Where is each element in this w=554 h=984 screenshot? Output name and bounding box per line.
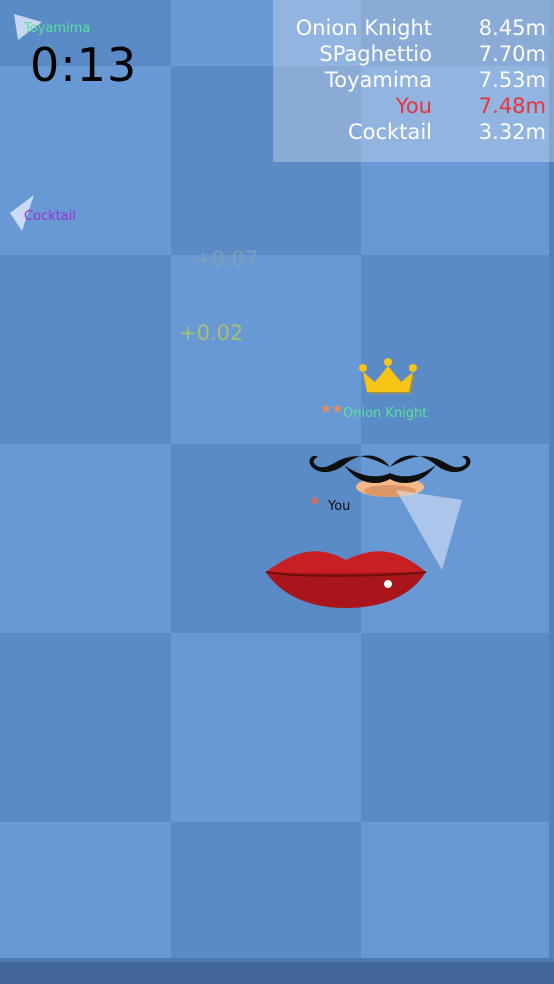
board-tile	[361, 633, 554, 822]
star-icon: ★★	[320, 402, 344, 417]
leaderboard-row: Cocktail 3.32m	[273, 120, 554, 146]
leaderboard-name: You	[395, 94, 432, 118]
leaderboard-score: 8.45m	[478, 16, 546, 40]
leaderboard-name: SPaghettio	[319, 42, 432, 66]
board-tile	[0, 255, 171, 444]
leaderboard-row: Onion Knight 8.45m	[273, 16, 554, 42]
leaderboard-row: Toyamima 7.53m	[273, 68, 554, 94]
leaderboard-name: Onion Knight	[295, 16, 432, 40]
board-tile	[0, 444, 171, 633]
player-name-cocktail: Cocktail	[24, 209, 76, 224]
score-popup: +0.07	[194, 247, 259, 271]
star-icon: ★	[309, 494, 321, 509]
board-tile	[0, 822, 171, 962]
board-tile	[361, 822, 554, 962]
board-tile	[171, 633, 361, 822]
board-tile	[0, 633, 171, 822]
lips-icon[interactable]	[262, 544, 430, 614]
leaderboard-score: 7.53m	[478, 68, 546, 92]
bottom-bar	[0, 962, 554, 984]
leaderboard-score: 7.48m	[478, 94, 546, 118]
leaderboard-score: 3.32m	[478, 120, 546, 144]
leaderboard-name: Toyamima	[324, 68, 432, 92]
score-popup: +0.02	[179, 321, 244, 345]
leaderboard-panel: Onion Knight 8.45m SPaghettio 7.70m Toya…	[273, 0, 554, 162]
game-timer: 0:13	[30, 38, 138, 92]
leaderboard-name: Cocktail	[348, 120, 432, 144]
player-name-onion-knight: Onion Knight	[343, 406, 428, 421]
leaderboard-row: SPaghettio 7.70m	[273, 42, 554, 68]
player-name-toyamima: Toyamima	[24, 21, 91, 36]
leaderboard-score: 7.70m	[478, 42, 546, 66]
board-tile	[171, 822, 361, 962]
player-name-you: You	[328, 499, 351, 514]
crown-icon	[359, 358, 417, 394]
leaderboard-row-you: You 7.48m	[273, 94, 554, 120]
